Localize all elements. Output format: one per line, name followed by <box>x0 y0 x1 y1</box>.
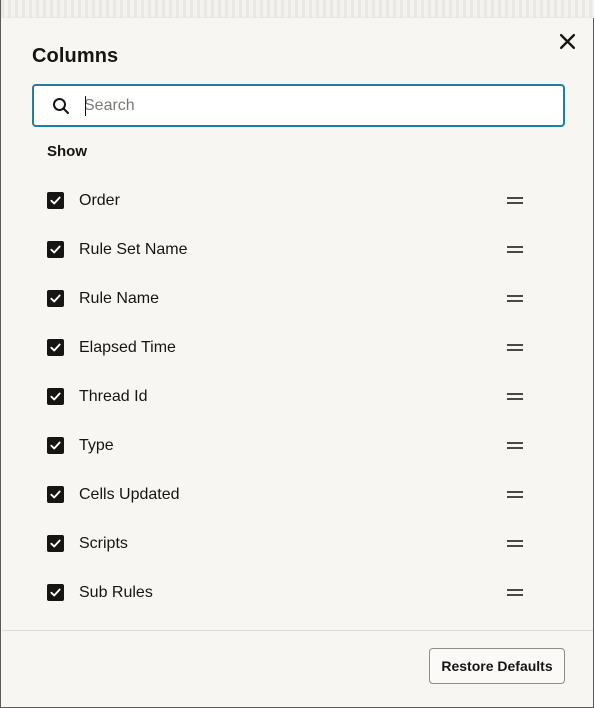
top-texture-strip <box>1 0 594 18</box>
column-row[interactable]: Thread Id <box>1 372 594 421</box>
search-icon <box>53 98 69 114</box>
drag-handle-icon[interactable] <box>504 244 526 254</box>
drag-handle-icon[interactable] <box>504 538 526 548</box>
column-row[interactable]: Scripts <box>1 519 594 568</box>
footer-divider <box>2 630 593 631</box>
column-label: Elapsed Time <box>79 339 176 356</box>
drag-handle-icon[interactable] <box>504 342 526 352</box>
column-label: Scripts <box>79 535 128 552</box>
column-checkbox[interactable] <box>47 290 64 307</box>
column-label: Rule Name <box>79 290 160 307</box>
column-label: Order <box>79 192 120 209</box>
drag-handle-icon[interactable] <box>504 587 526 597</box>
column-label: Thread Id <box>79 388 148 405</box>
checkmark-icon <box>50 441 61 450</box>
checkmark-icon <box>50 343 61 352</box>
close-icon <box>559 33 575 49</box>
show-section-label: Show <box>47 143 87 160</box>
drag-handle-icon[interactable] <box>504 391 526 401</box>
column-label: Rule Set Name <box>79 241 188 258</box>
close-button[interactable] <box>555 29 579 53</box>
column-checkbox[interactable] <box>47 339 64 356</box>
column-row[interactable]: Rule Name <box>1 274 594 323</box>
column-checkbox[interactable] <box>47 192 64 209</box>
column-checkbox[interactable] <box>47 241 64 258</box>
drag-handle-icon[interactable] <box>504 293 526 303</box>
checkmark-icon <box>50 196 61 205</box>
column-checkbox[interactable] <box>47 584 64 601</box>
checkmark-icon <box>50 588 61 597</box>
column-row[interactable]: Elapsed Time <box>1 323 594 372</box>
drag-handle-icon[interactable] <box>504 195 526 205</box>
checkmark-icon <box>50 539 61 548</box>
column-row[interactable]: Sub Rules <box>1 568 594 617</box>
checkmark-icon <box>50 392 61 401</box>
dialog-title: Columns <box>32 45 119 67</box>
column-row[interactable]: Rule Set Name <box>1 225 594 274</box>
checkmark-icon <box>50 245 61 254</box>
column-row[interactable]: Cells Updated <box>1 470 594 519</box>
drag-handle-icon[interactable] <box>504 489 526 499</box>
column-row[interactable]: Order <box>1 176 594 225</box>
checkmark-icon <box>50 490 61 499</box>
drag-handle-icon[interactable] <box>504 440 526 450</box>
column-label: Sub Rules <box>79 584 153 601</box>
search-input[interactable] <box>84 86 554 125</box>
column-label: Type <box>79 437 114 454</box>
column-checkbox[interactable] <box>47 486 64 503</box>
search-field[interactable] <box>32 84 565 127</box>
restore-defaults-button[interactable]: Restore Defaults <box>429 648 565 684</box>
text-caret <box>85 96 86 116</box>
column-checkbox[interactable] <box>47 388 64 405</box>
column-settings-dialog: Columns Show Order Rule Set Name Rule Name… <box>0 0 594 708</box>
column-checkbox[interactable] <box>47 535 64 552</box>
checkmark-icon <box>50 294 61 303</box>
column-checkbox[interactable] <box>47 437 64 454</box>
column-label: Cells Updated <box>79 486 180 503</box>
column-row[interactable]: Type <box>1 421 594 470</box>
